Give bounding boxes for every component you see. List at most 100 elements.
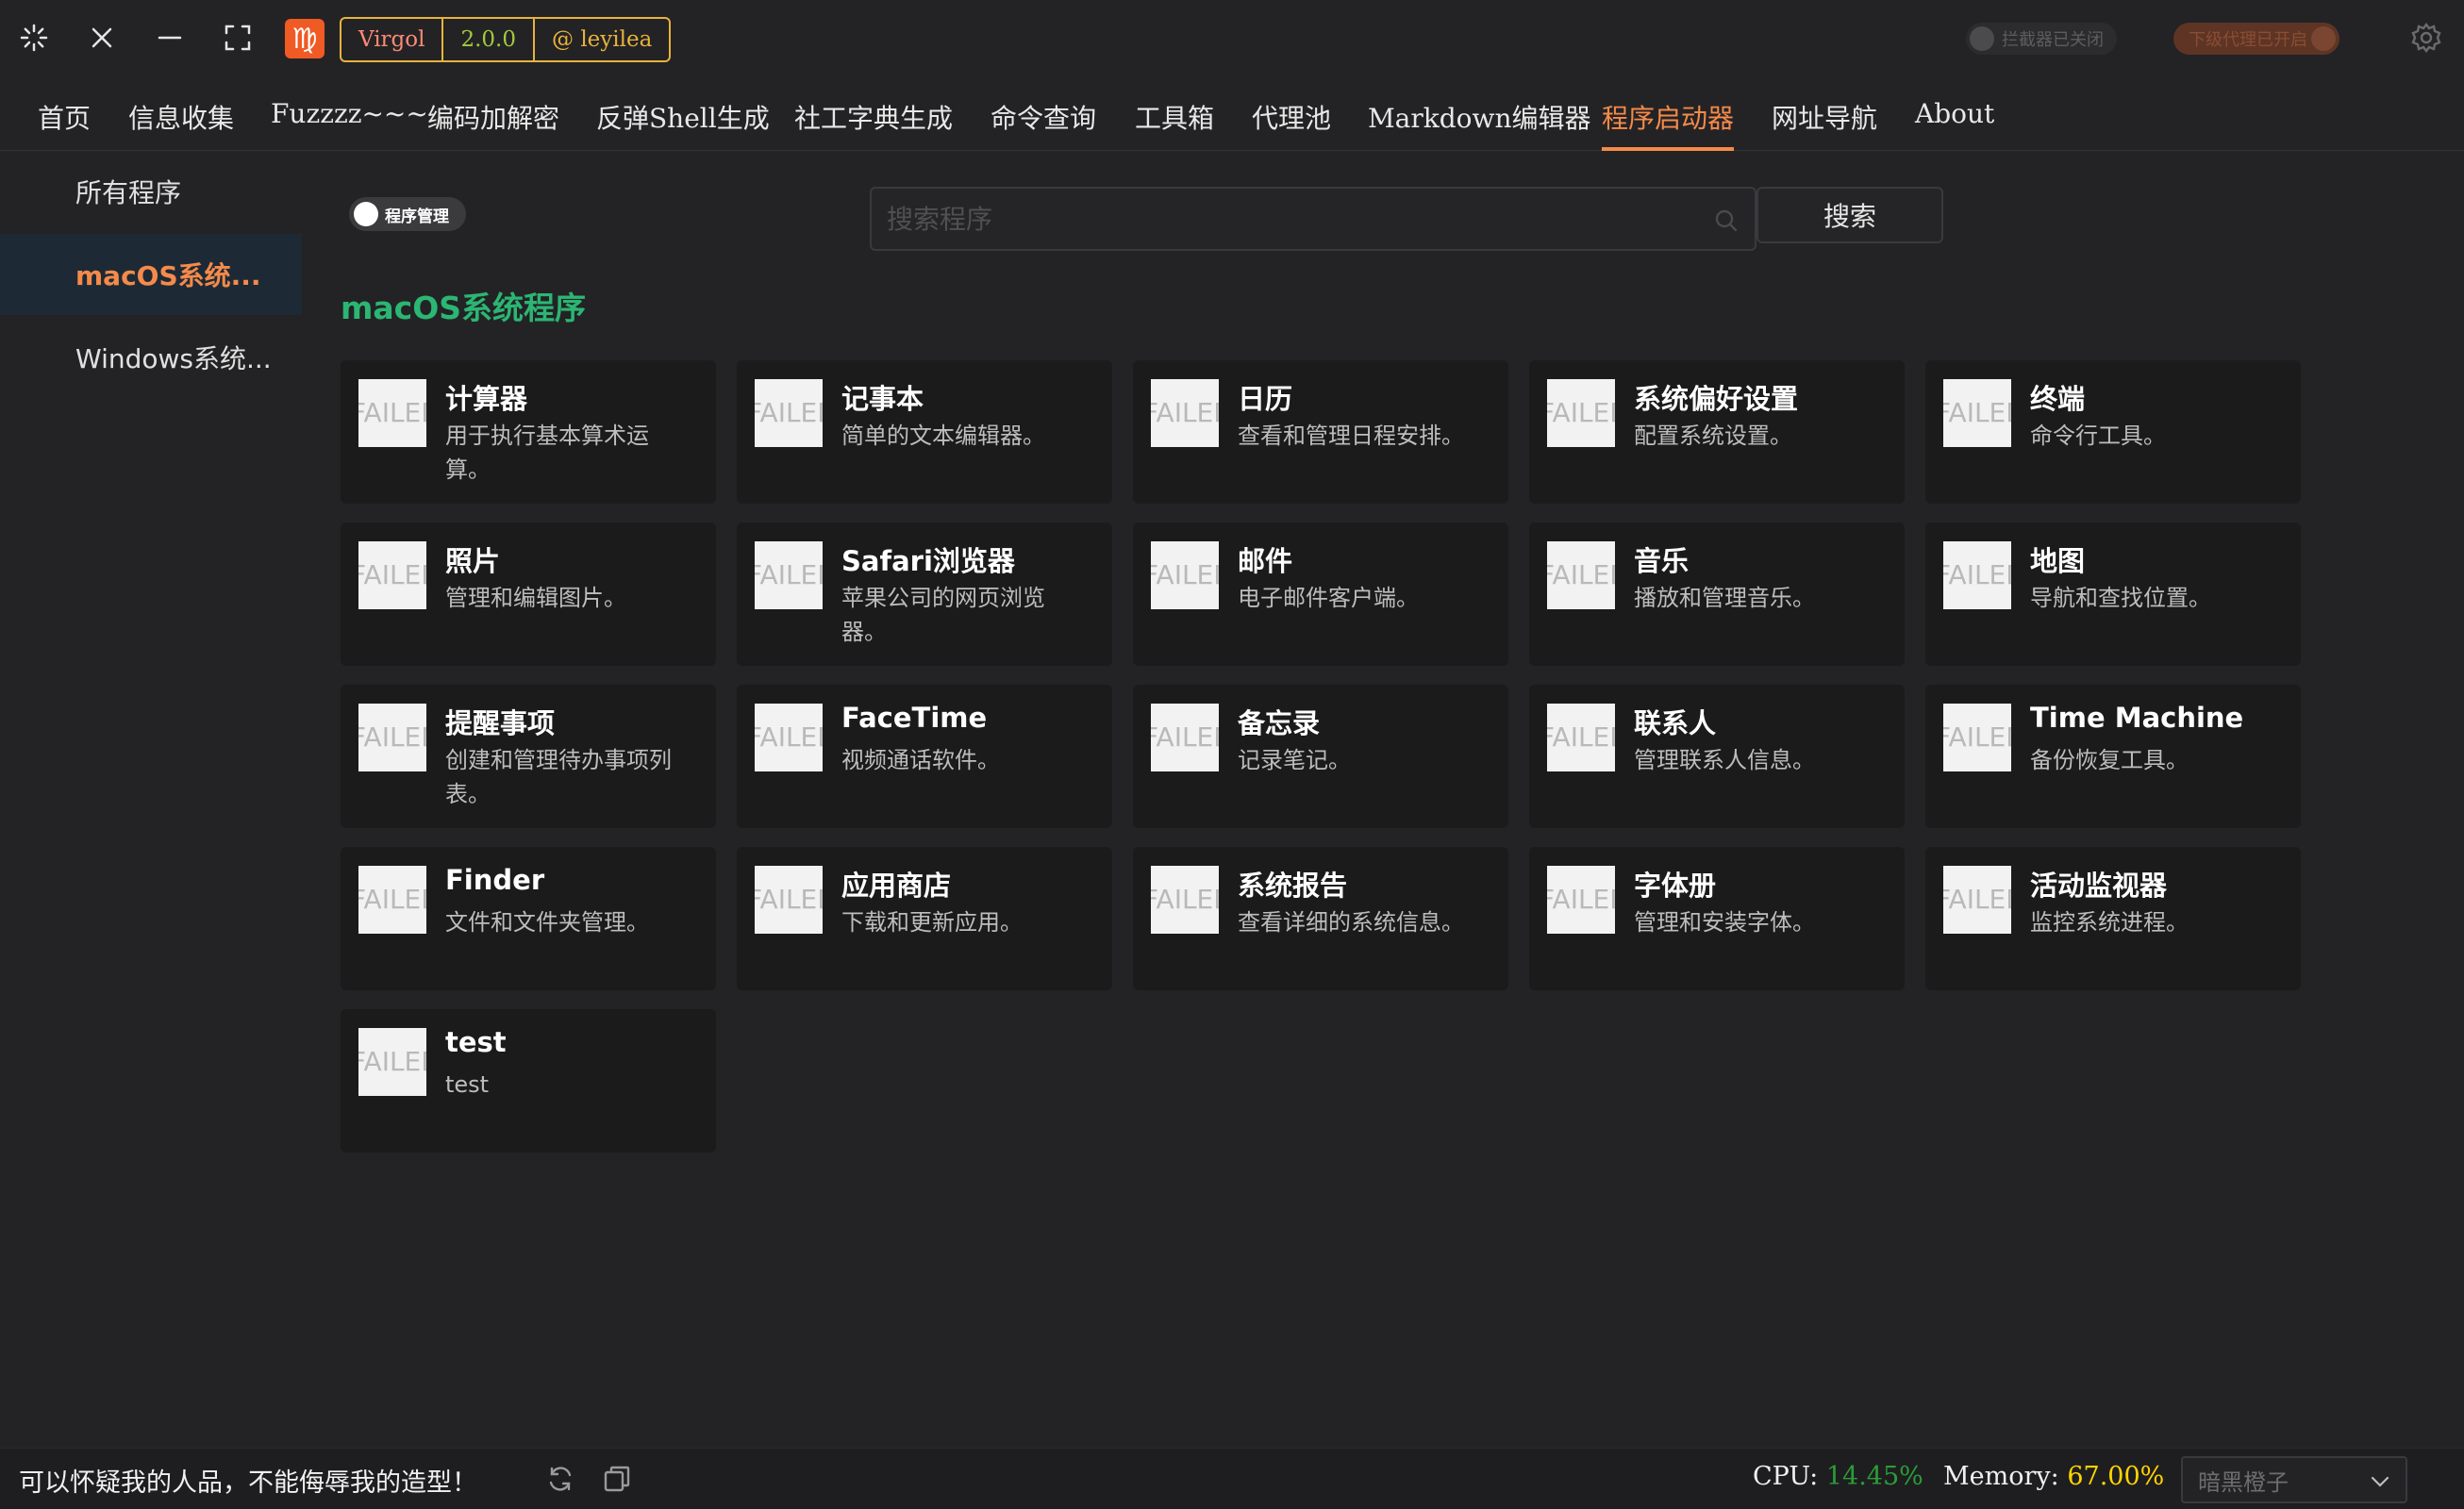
program-title: Safari浏览器 [841, 545, 1015, 577]
tab-url-nav[interactable]: 网址导航 [1772, 98, 1877, 151]
program-title: 计算器 [445, 383, 528, 415]
program-desc: test [445, 1071, 490, 1098]
program-title: 音乐 [1634, 545, 1690, 577]
program-card[interactable]: FAILED Time Machine 备份恢复工具。 [1925, 685, 2301, 828]
program-image: FAILED [1943, 379, 2011, 447]
program-image: FAILED [1151, 541, 1219, 609]
status-bar: 可以怀疑我的人品，不能侮辱我的造型！ CPU: 14.45% Memory: 6… [0, 1448, 2464, 1509]
program-desc: 查看和管理日程安排。 [1238, 423, 1464, 449]
cpu-usage: CPU: 14.45% [1753, 1462, 1923, 1491]
program-card[interactable]: FAILED 邮件 电子邮件客户端。 [1133, 522, 1508, 666]
program-image: FAILED [358, 866, 426, 934]
sidebar: 所有程序 macOS系统... Windows系统... [0, 151, 302, 1448]
program-card[interactable]: FAILED 照片 管理和编辑图片。 [341, 522, 716, 666]
program-card[interactable]: FAILED 终端 命令行工具。 [1925, 360, 2301, 504]
gear-icon[interactable] [2407, 19, 2445, 57]
program-card[interactable]: FAILED 日历 查看和管理日程安排。 [1133, 360, 1508, 504]
program-card[interactable]: FAILED 计算器 用于执行基本算术运算。 [341, 360, 716, 504]
section-title: macOS系统程序 [341, 290, 587, 326]
program-image: FAILED [1547, 379, 1615, 447]
program-title: 终端 [2030, 383, 2086, 415]
program-image: FAILED [1547, 541, 1615, 609]
program-desc: 播放和管理音乐。 [1634, 585, 1815, 611]
memory-usage: Memory: 67.00% [1943, 1462, 2164, 1491]
program-image: FAILED [1943, 541, 2011, 609]
cpu-label: CPU: [1753, 1462, 1819, 1491]
tab-toolbox[interactable]: 工具箱 [1135, 98, 1214, 151]
tab-launcher[interactable]: 程序启动器 [1602, 98, 1735, 151]
program-desc: 查看详细的系统信息。 [1238, 909, 1464, 936]
proxy-toggle[interactable]: 下级代理已开启 [2173, 23, 2339, 55]
program-card[interactable]: FAILED 记事本 简单的文本编辑器。 [737, 360, 1112, 504]
program-card[interactable]: FAILED Safari浏览器 苹果公司的网页浏览器。 [737, 522, 1112, 666]
program-title: 地图 [2030, 545, 2086, 577]
sidebar-item-all[interactable]: 所有程序 [0, 151, 302, 232]
program-title: 日历 [1238, 383, 1293, 415]
program-card[interactable]: FAILED 联系人 管理联系人信息。 [1529, 685, 1905, 828]
tab-cmd-query[interactable]: 命令查询 [991, 98, 1096, 151]
main-nav: 首页 信息收集 Fuzzzz~~~ 编码加解密 反弹Shell生成 社工字典生成… [0, 75, 2464, 151]
program-title: 应用商店 [841, 870, 952, 902]
program-title: 备忘录 [1238, 707, 1321, 739]
tab-proxy-pool[interactable]: 代理池 [1252, 98, 1331, 151]
search-button[interactable]: 搜索 [1756, 187, 1943, 243]
tab-markdown[interactable]: Markdown编辑器 [1368, 98, 1591, 151]
tab-about[interactable]: About [1915, 98, 1994, 151]
program-title: 记事本 [841, 383, 924, 415]
program-title: 系统偏好设置 [1634, 383, 1799, 415]
interceptor-toggle[interactable]: 拦截器已关闭 [1966, 23, 2117, 55]
minimize-icon[interactable] [151, 19, 189, 57]
program-image: FAILED [755, 379, 823, 447]
close-icon[interactable] [83, 19, 121, 57]
tab-codec[interactable]: 编码加解密 [427, 98, 559, 151]
program-title: 提醒事项 [445, 707, 556, 739]
app-author-badge[interactable]: @ leyilea [533, 19, 669, 60]
program-title: Finder [445, 864, 545, 896]
program-image: FAILED [1547, 704, 1615, 771]
status-quote: 可以怀疑我的人品，不能侮辱我的造型！ [19, 1468, 477, 1498]
search-icon [1715, 209, 1738, 232]
program-image: FAILED [358, 704, 426, 771]
copy-icon[interactable] [602, 1464, 632, 1494]
chevron-down-icon [2371, 1476, 2389, 1487]
program-card[interactable]: FAILED FaceTime 视频通话软件。 [737, 685, 1112, 828]
app-name-badge: Virgol [358, 27, 425, 52]
fullscreen-icon[interactable] [219, 19, 257, 57]
program-desc: 创建和管理待办事项列表。 [445, 747, 672, 807]
app-logo: ♍ [285, 19, 325, 58]
search-box [870, 187, 1756, 251]
program-card[interactable]: FAILED 活动监视器 监控系统进程。 [1925, 847, 2301, 990]
program-card[interactable]: FAILED 备忘录 记录笔记。 [1133, 685, 1508, 828]
program-image: FAILED [755, 541, 823, 609]
program-title: 联系人 [1634, 707, 1717, 739]
program-card[interactable]: FAILED 地图 导航和查找位置。 [1925, 522, 2301, 666]
program-card[interactable]: FAILED 字体册 管理和安装字体。 [1529, 847, 1905, 990]
sidebar-item-macos[interactable]: macOS系统... [0, 234, 302, 315]
program-image: FAILED [358, 379, 426, 447]
toggle-knob [1970, 26, 1994, 51]
tab-info-gather[interactable]: 信息收集 [128, 98, 234, 151]
tab-reverse-shell[interactable]: 反弹Shell生成 [596, 98, 770, 151]
proxy-toggle-label: 下级代理已开启 [2189, 30, 2307, 50]
app-version-badge: 2.0.0 [441, 19, 533, 60]
program-card[interactable]: FAILED 系统报告 查看详细的系统信息。 [1133, 847, 1508, 990]
program-title: 邮件 [1238, 545, 1293, 577]
sidebar-item-windows[interactable]: Windows系统... [0, 317, 302, 398]
program-image: FAILED [1151, 704, 1219, 771]
program-manage-switch[interactable]: 程序管理 [349, 197, 466, 231]
toggle-knob [2311, 26, 2336, 51]
program-card[interactable]: FAILED 音乐 播放和管理音乐。 [1529, 522, 1905, 666]
program-card[interactable]: FAILED 系统偏好设置 配置系统设置。 [1529, 360, 1905, 504]
program-card[interactable]: FAILED test test [341, 1009, 716, 1152]
tab-dict-gen[interactable]: 社工字典生成 [794, 98, 953, 151]
tab-home[interactable]: 首页 [38, 98, 91, 151]
refresh-icon[interactable] [545, 1464, 575, 1494]
tab-fuzz[interactable]: Fuzzzz~~~ [271, 98, 428, 151]
theme-select[interactable]: 暗黑橙子 [2181, 1456, 2407, 1503]
memory-value: 67.00% [2067, 1462, 2165, 1491]
program-card[interactable]: FAILED 提醒事项 创建和管理待办事项列表。 [341, 685, 716, 828]
program-card[interactable]: FAILED 应用商店 下载和更新应用。 [737, 847, 1112, 990]
loading-spinner-icon[interactable] [15, 19, 53, 57]
program-card[interactable]: FAILED Finder 文件和文件夹管理。 [341, 847, 716, 990]
search-input[interactable] [872, 189, 1755, 249]
